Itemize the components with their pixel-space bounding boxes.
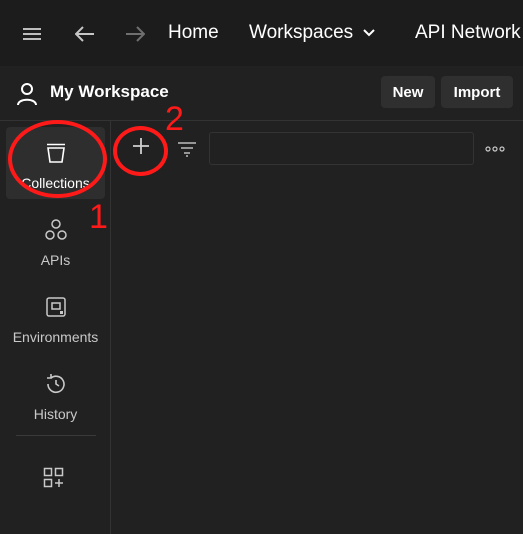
environments-icon	[44, 295, 68, 319]
annotation-circle-add	[113, 126, 168, 176]
forward-arrow-icon[interactable]	[122, 21, 148, 47]
search-input[interactable]	[209, 132, 474, 165]
history-icon	[44, 372, 68, 396]
sidebar-item-label: Environments	[12, 329, 99, 345]
filter-icon[interactable]	[175, 137, 199, 161]
sidebar-item-environments[interactable]: Environments	[6, 281, 105, 353]
sidebar-item-label: History	[33, 406, 78, 422]
configure-sidebar-icon[interactable]	[40, 464, 68, 492]
sidebar-item-history[interactable]: History	[6, 358, 105, 430]
annotation-number-1: 1	[89, 198, 108, 236]
nav-api-network-link[interactable]: API Network	[415, 22, 521, 44]
apis-icon	[44, 218, 68, 242]
import-button[interactable]: Import	[441, 76, 513, 108]
collections-panel	[111, 121, 523, 534]
top-navigation-bar: Home Workspaces API Network	[0, 0, 523, 67]
workspace-title[interactable]: My Workspace	[50, 82, 169, 102]
hamburger-menu-icon[interactable]	[20, 22, 44, 46]
workspace-header: My Workspace New Import	[0, 66, 523, 121]
more-options-icon[interactable]	[483, 139, 507, 159]
chevron-down-icon	[363, 29, 375, 37]
annotation-number-2: 2	[165, 100, 184, 138]
sidebar-item-label: APIs	[40, 252, 71, 268]
annotation-circle-collections	[8, 120, 107, 198]
back-arrow-icon[interactable]	[72, 21, 98, 47]
sidebar-divider	[16, 435, 96, 436]
nav-workspaces-dropdown[interactable]: Workspaces	[249, 22, 375, 44]
nav-workspaces-label: Workspaces	[249, 22, 354, 43]
new-button[interactable]: New	[381, 76, 435, 108]
user-icon	[16, 82, 38, 106]
nav-home-link[interactable]: Home	[168, 22, 219, 44]
